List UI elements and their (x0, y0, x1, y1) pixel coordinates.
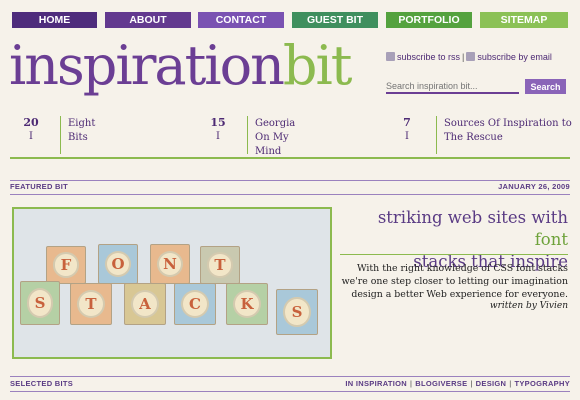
main-nav: HOME ABOUT CONTACT GUEST BIT PORTFOLIO S… (12, 12, 568, 28)
featured-author: written by Vivien (489, 301, 568, 311)
divider (10, 194, 570, 195)
post-day: 15 (210, 116, 226, 129)
subscribe-email-link[interactable]: subscribe by email (477, 52, 552, 62)
search-input[interactable] (386, 80, 519, 94)
letter-block: T (200, 246, 240, 284)
post-divider (436, 116, 437, 154)
block-letter: T (77, 290, 105, 318)
post-month: I (405, 131, 409, 142)
nav-portfolio[interactable]: PORTFOLIO (386, 12, 472, 28)
block-letter: O (104, 250, 132, 278)
featured-title-part1: striking web sites with (377, 208, 568, 227)
block-letter: A (131, 290, 159, 318)
post-day: 20 (23, 116, 39, 129)
letter-block: A (124, 283, 166, 325)
block-letter: T (206, 252, 234, 278)
divider (10, 391, 570, 392)
nav-contact[interactable]: CONTACT (198, 12, 284, 28)
nav-home[interactable]: HOME (12, 12, 97, 28)
letter-block: T (70, 283, 112, 325)
divider (340, 254, 568, 255)
category-link[interactable]: TYPOGRAPHY (514, 379, 570, 388)
category-link[interactable]: IN INSPIRATION (345, 379, 407, 388)
selected-label: SELECTED BITS (10, 379, 74, 388)
letter-block: N (150, 244, 190, 284)
letter-block: F (46, 246, 86, 284)
post-divider (60, 116, 61, 154)
letter-block: K (226, 283, 268, 325)
subscribe-rss-link[interactable]: subscribe to rss (397, 52, 460, 62)
post-month: I (216, 131, 220, 142)
letter-block: O (98, 244, 138, 284)
divider (10, 157, 570, 159)
separator: | (470, 379, 473, 388)
subscribe-links: subscribe to rss | subscribe by email (386, 52, 576, 62)
selected-bar: SELECTED BITS IN INSPIRATION | BLOGIVERSE |… (10, 379, 570, 391)
letter-block: C (174, 283, 216, 325)
block-letter: K (233, 290, 261, 318)
logo-part-bit: bit (282, 34, 353, 97)
category-link[interactable]: DESIGN (476, 379, 507, 388)
post-title-link[interactable]: Eight Bits (68, 117, 95, 145)
block-letter: S (283, 296, 311, 328)
rss-icon (386, 52, 395, 61)
category-links: IN INSPIRATION | BLOGIVERSE | DESIGN | TYPOGRA… (345, 379, 570, 388)
divider (10, 376, 570, 377)
featured-title-part2: font (534, 230, 568, 249)
site-logo[interactable]: inspirationbit (9, 38, 352, 94)
separator: | (462, 52, 465, 62)
post-day: 7 (403, 116, 411, 129)
block-letter: N (156, 250, 184, 278)
post-month: I (29, 131, 33, 142)
block-letter: S (26, 288, 54, 318)
block-letter: C (181, 290, 209, 318)
letter-block: S (20, 281, 60, 325)
nav-about[interactable]: ABOUT (105, 12, 191, 28)
featured-bar: FEATURED BIT JANUARY 26, 2009 (10, 182, 570, 194)
separator: | (509, 379, 512, 388)
divider (10, 180, 570, 181)
featured-description: With the right knowledge of CSS font sta… (341, 263, 568, 300)
letter-block: S (276, 289, 318, 335)
block-letter: F (52, 252, 80, 278)
logo-part-inspiration: inspiration (9, 34, 285, 97)
email-icon (466, 52, 476, 61)
nav-sitemap[interactable]: SITEMAP (480, 12, 568, 28)
category-link[interactable]: BLOGIVERSE (415, 379, 467, 388)
separator: | (409, 379, 413, 388)
post-divider (247, 116, 248, 154)
featured-image[interactable]: F O N T S T A C K S (12, 207, 332, 359)
post-title-link[interactable]: Georgia On My Mind (255, 117, 295, 159)
nav-guest-bit[interactable]: GUEST BIT (292, 12, 378, 28)
featured-date: JANUARY 26, 2009 (498, 182, 570, 191)
featured-label: FEATURED BIT (10, 182, 69, 191)
search-button[interactable]: Search (525, 79, 566, 94)
post-title-link[interactable]: Sources Of Inspiration to The Rescue (444, 117, 574, 145)
